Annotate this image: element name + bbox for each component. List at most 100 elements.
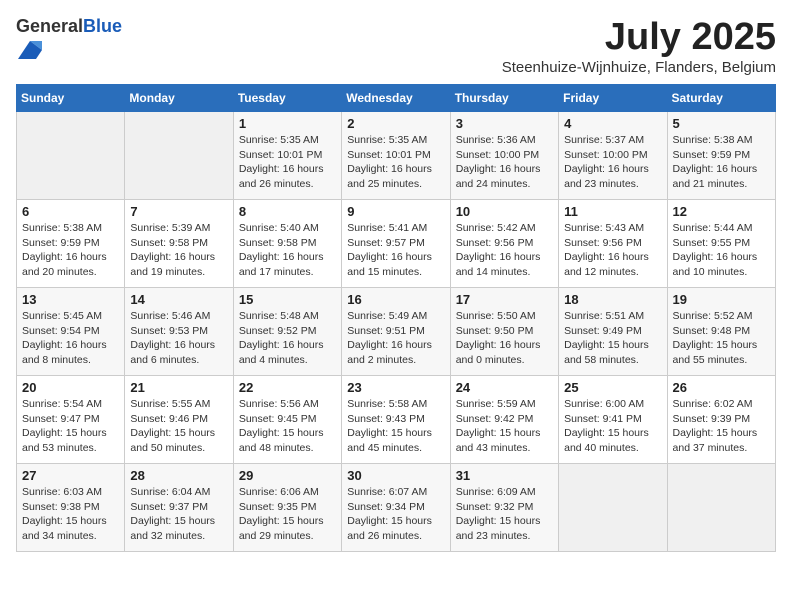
day-number: 2 <box>347 116 444 131</box>
day-number: 1 <box>239 116 336 131</box>
calendar-cell: 19 Sunrise: 5:52 AMSunset: 9:48 PMDayligh… <box>667 288 775 376</box>
day-number: 9 <box>347 204 444 219</box>
day-info: Sunrise: 6:02 AMSunset: 9:39 PMDaylight:… <box>673 397 770 456</box>
day-number: 4 <box>564 116 661 131</box>
calendar-cell <box>17 112 125 200</box>
calendar-cell: 16Sunrise: 5:49 AMSunset: 9:51 PMDayligh… <box>342 288 450 376</box>
day-info: Sunrise: 5:48 AMSunset: 9:52 PMDaylight:… <box>239 309 336 368</box>
day-info: Sunrise: 5:39 AMSunset: 9:58 PMDaylight:… <box>130 221 227 280</box>
day-number: 8 <box>239 204 336 219</box>
calendar-cell: 18Sunrise: 5:51 AMSunset: 9:49 PMDayligh… <box>559 288 667 376</box>
calendar-cell: 12Sunrise: 5:44 AMSunset: 9:55 PMDayligh… <box>667 200 775 288</box>
day-number: 10 <box>456 204 553 219</box>
calendar-table: SundayMondayTuesdayWednesdayThursdayFrid… <box>16 84 776 552</box>
day-number: 22 <box>239 380 336 395</box>
calendar-cell: 6 Sunrise: 5:38 AMSunset: 9:59 PMDaylight… <box>17 200 125 288</box>
day-info: Sunrise: 5:52 AMSunset: 9:48 PMDaylight:… <box>673 309 770 368</box>
calendar-cell: 26 Sunrise: 6:02 AMSunset: 9:39 PMDayligh… <box>667 376 775 464</box>
day-number: 21 <box>130 380 227 395</box>
week-row-2: 6 Sunrise: 5:38 AMSunset: 9:59 PMDaylight… <box>17 200 776 288</box>
header-day-tuesday: Tuesday <box>233 85 341 112</box>
day-number: 13 <box>22 292 119 307</box>
calendar-cell: 10 Sunrise: 5:42 AMSunset: 9:56 PMDayligh… <box>450 200 558 288</box>
logo-general: General <box>16 16 83 36</box>
day-info: Sunrise: 5:38 AMSunset: 9:59 PMDaylight:… <box>673 133 770 192</box>
header-day-friday: Friday <box>559 85 667 112</box>
calendar-cell: 24Sunrise: 5:59 AMSunset: 9:42 PMDayligh… <box>450 376 558 464</box>
calendar-cell: 22 Sunrise: 5:56 AMSunset: 9:45 PMDayligh… <box>233 376 341 464</box>
day-number: 19 <box>673 292 770 307</box>
day-number: 30 <box>347 468 444 483</box>
day-info: Sunrise: 5:40 AMSunset: 9:58 PMDaylight:… <box>239 221 336 280</box>
page-header: GeneralBlue July 2025 Steenhuize-Wijnhui… <box>16 16 776 76</box>
day-info: Sunrise: 5:46 AMSunset: 9:53 PMDaylight:… <box>130 309 227 368</box>
calendar-cell: 8 Sunrise: 5:40 AMSunset: 9:58 PMDaylight… <box>233 200 341 288</box>
logo-blue: Blue <box>83 16 122 36</box>
day-info: Sunrise: 5:45 AMSunset: 9:54 PMDaylight:… <box>22 309 119 368</box>
day-info: Sunrise: 5:56 AMSunset: 9:45 PMDaylight:… <box>239 397 336 456</box>
day-info: Sunrise: 5:36 AMSunset: 10:00 PMDaylight… <box>456 133 553 192</box>
day-info: Sunrise: 5:50 AMSunset: 9:50 PMDaylight:… <box>456 309 553 368</box>
day-number: 14 <box>130 292 227 307</box>
day-info: Sunrise: 5:44 AMSunset: 9:55 PMDaylight:… <box>673 221 770 280</box>
logo-icon <box>18 38 42 62</box>
day-info: Sunrise: 5:58 AMSunset: 9:43 PMDaylight:… <box>347 397 444 456</box>
day-number: 7 <box>130 204 227 219</box>
calendar-cell: 15 Sunrise: 5:48 AMSunset: 9:52 PMDayligh… <box>233 288 341 376</box>
week-row-4: 20Sunrise: 5:54 AMSunset: 9:47 PMDayligh… <box>17 376 776 464</box>
title-block: July 2025 Steenhuize-Wijnhuize, Flanders… <box>502 16 776 76</box>
calendar-cell: 31 Sunrise: 6:09 AMSunset: 9:32 PMDayligh… <box>450 464 558 552</box>
calendar-cell: 13 Sunrise: 5:45 AMSunset: 9:54 PMDayligh… <box>17 288 125 376</box>
header-day-saturday: Saturday <box>667 85 775 112</box>
calendar-cell: 29Sunrise: 6:06 AMSunset: 9:35 PMDayligh… <box>233 464 341 552</box>
week-row-1: 1 Sunrise: 5:35 AMSunset: 10:01 PMDayligh… <box>17 112 776 200</box>
day-number: 24 <box>456 380 553 395</box>
calendar-cell: 30 Sunrise: 6:07 AMSunset: 9:34 PMDayligh… <box>342 464 450 552</box>
calendar-cell: 14 Sunrise: 5:46 AMSunset: 9:53 PMDayligh… <box>125 288 233 376</box>
header-day-wednesday: Wednesday <box>342 85 450 112</box>
calendar-cell: 4 Sunrise: 5:37 AMSunset: 10:00 PMDayligh… <box>559 112 667 200</box>
header-day-monday: Monday <box>125 85 233 112</box>
calendar-cell: 17Sunrise: 5:50 AMSunset: 9:50 PMDayligh… <box>450 288 558 376</box>
calendar-cell: 20Sunrise: 5:54 AMSunset: 9:47 PMDayligh… <box>17 376 125 464</box>
day-number: 27 <box>22 468 119 483</box>
day-info: Sunrise: 5:54 AMSunset: 9:47 PMDaylight:… <box>22 397 119 456</box>
calendar-cell: 3Sunrise: 5:36 AMSunset: 10:00 PMDayligh… <box>450 112 558 200</box>
header-row: SundayMondayTuesdayWednesdayThursdayFrid… <box>17 85 776 112</box>
calendar-cell: 2 Sunrise: 5:35 AMSunset: 10:01 PMDayligh… <box>342 112 450 200</box>
subtitle: Steenhuize-Wijnhuize, Flanders, Belgium <box>502 59 776 76</box>
calendar-cell: 28Sunrise: 6:04 AMSunset: 9:37 PMDayligh… <box>125 464 233 552</box>
calendar-cell: 21 Sunrise: 5:55 AMSunset: 9:46 PMDayligh… <box>125 376 233 464</box>
logo: GeneralBlue <box>16 16 122 67</box>
day-info: Sunrise: 5:41 AMSunset: 9:57 PMDaylight:… <box>347 221 444 280</box>
calendar-cell <box>559 464 667 552</box>
day-info: Sunrise: 5:35 AMSunset: 10:01 PMDaylight… <box>347 133 444 192</box>
day-number: 15 <box>239 292 336 307</box>
day-number: 26 <box>673 380 770 395</box>
calendar-cell: 7 Sunrise: 5:39 AMSunset: 9:58 PMDaylight… <box>125 200 233 288</box>
day-info: Sunrise: 5:38 AMSunset: 9:59 PMDaylight:… <box>22 221 119 280</box>
day-info: Sunrise: 6:09 AMSunset: 9:32 PMDaylight:… <box>456 485 553 544</box>
day-info: Sunrise: 5:42 AMSunset: 9:56 PMDaylight:… <box>456 221 553 280</box>
week-row-3: 13 Sunrise: 5:45 AMSunset: 9:54 PMDayligh… <box>17 288 776 376</box>
day-number: 6 <box>22 204 119 219</box>
calendar-cell: 23 Sunrise: 5:58 AMSunset: 9:43 PMDayligh… <box>342 376 450 464</box>
day-number: 23 <box>347 380 444 395</box>
logo-text: GeneralBlue <box>16 16 122 38</box>
calendar-header: SundayMondayTuesdayWednesdayThursdayFrid… <box>17 85 776 112</box>
day-number: 25 <box>564 380 661 395</box>
calendar-cell <box>125 112 233 200</box>
day-info: Sunrise: 5:35 AMSunset: 10:01 PMDaylight… <box>239 133 336 192</box>
calendar-cell: 1 Sunrise: 5:35 AMSunset: 10:01 PMDayligh… <box>233 112 341 200</box>
day-info: Sunrise: 5:37 AMSunset: 10:00 PMDaylight… <box>564 133 661 192</box>
day-number: 11 <box>564 204 661 219</box>
day-info: Sunrise: 5:51 AMSunset: 9:49 PMDaylight:… <box>564 309 661 368</box>
day-info: Sunrise: 5:49 AMSunset: 9:51 PMDaylight:… <box>347 309 444 368</box>
day-number: 29 <box>239 468 336 483</box>
day-info: Sunrise: 6:07 AMSunset: 9:34 PMDaylight:… <box>347 485 444 544</box>
day-number: 31 <box>456 468 553 483</box>
calendar-cell: 25Sunrise: 6:00 AMSunset: 9:41 PMDayligh… <box>559 376 667 464</box>
day-info: Sunrise: 6:03 AMSunset: 9:38 PMDaylight:… <box>22 485 119 544</box>
day-info: Sunrise: 5:55 AMSunset: 9:46 PMDaylight:… <box>130 397 227 456</box>
calendar-cell: 27 Sunrise: 6:03 AMSunset: 9:38 PMDayligh… <box>17 464 125 552</box>
